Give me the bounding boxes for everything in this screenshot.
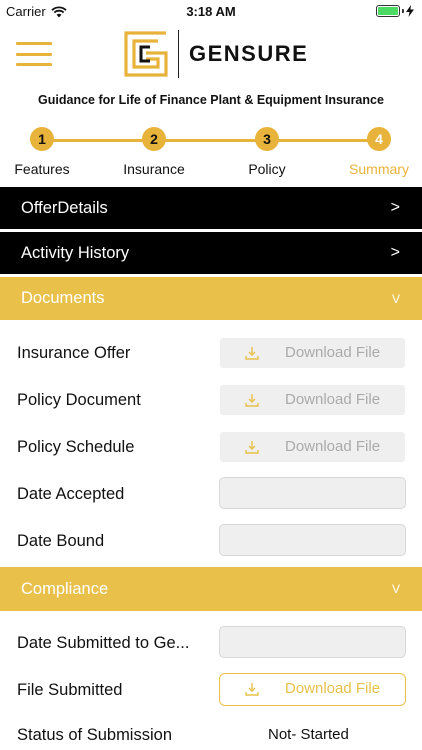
download-insurance-offer-button[interactable]: Download File xyxy=(220,338,405,368)
button-label: Download File xyxy=(285,438,381,455)
chevron-down-icon: V xyxy=(391,582,400,596)
section-compliance[interactable]: Compliance V xyxy=(0,567,422,611)
step-number: 2 xyxy=(142,127,166,151)
date-bound-field[interactable] xyxy=(219,524,406,556)
battery-icon xyxy=(376,5,414,17)
row-date-submitted: Date Submitted to Ge... xyxy=(0,626,422,666)
field-label: Date Accepted xyxy=(17,485,125,503)
date-submitted-field[interactable] xyxy=(219,626,406,658)
step-features[interactable]: 1 Features xyxy=(0,127,87,177)
button-label: Download File xyxy=(285,391,381,408)
download-file-submitted-button[interactable]: Download File xyxy=(219,673,406,706)
step-summary[interactable]: 4 Summary xyxy=(334,127,422,177)
row-policy-document: Policy Document Download File xyxy=(0,381,422,421)
field-label: Policy Schedule xyxy=(17,438,135,456)
step-label: Summary xyxy=(349,161,409,177)
page-subtitle: Guidance for Life of Finance Plant & Equ… xyxy=(38,93,384,107)
field-label: File Submitted xyxy=(17,681,123,699)
row-policy-schedule: Policy Schedule Download File xyxy=(0,428,422,468)
section-offer-details[interactable]: OfferDetails > xyxy=(0,187,422,229)
step-number: 4 xyxy=(367,127,391,151)
status-value: Not- Started xyxy=(268,726,349,743)
step-label: Insurance xyxy=(123,161,185,177)
step-label: Policy xyxy=(248,161,286,177)
clock: 3:18 AM xyxy=(186,4,236,19)
field-label: Status of Submission xyxy=(17,726,172,744)
row-file-submitted: File Submitted Download File xyxy=(0,671,422,711)
chevron-right-icon: > xyxy=(390,199,400,216)
row-insurance-offer: Insurance Offer Download File xyxy=(0,334,422,374)
download-icon xyxy=(245,683,259,696)
download-policy-document-button[interactable]: Download File xyxy=(220,385,405,415)
gensure-logo: GENSURE xyxy=(124,30,308,78)
step-number: 3 xyxy=(255,127,279,151)
row-date-accepted: Date Accepted xyxy=(0,477,422,517)
section-documents[interactable]: Documents V xyxy=(0,277,422,320)
step-policy[interactable]: 3 Policy xyxy=(222,127,312,177)
progress-stepper: 1 Features 2 Insurance 3 Policy 4 Summar… xyxy=(0,127,422,181)
section-title: OfferDetails xyxy=(21,198,108,217)
charging-bolt-icon xyxy=(406,5,414,17)
button-label: Download File xyxy=(285,344,381,361)
stepper-track xyxy=(42,139,380,142)
step-insurance[interactable]: 2 Insurance xyxy=(109,127,199,177)
row-status-of-submission: Status of Submission Not- Started xyxy=(0,718,422,750)
menu-icon[interactable] xyxy=(16,42,52,66)
field-label: Date Submitted to Ge... xyxy=(17,634,190,652)
download-icon xyxy=(245,441,259,454)
step-number: 1 xyxy=(30,127,54,151)
row-date-bound: Date Bound xyxy=(0,524,422,564)
section-title: Documents xyxy=(21,289,105,307)
status-bar: Carrier 3:18 AM xyxy=(0,0,422,22)
brand-name: GENSURE xyxy=(189,41,309,66)
app-header: GENSURE xyxy=(0,22,422,88)
field-label: Insurance Offer xyxy=(17,344,131,362)
field-label: Date Bound xyxy=(17,532,105,550)
gensure-logo-mark-icon xyxy=(124,31,168,77)
download-policy-schedule-button[interactable]: Download File xyxy=(220,432,405,462)
section-title: Compliance xyxy=(21,579,109,598)
step-label: Features xyxy=(14,161,70,177)
section-title: Activity History xyxy=(21,243,130,262)
download-icon xyxy=(245,347,259,360)
download-icon xyxy=(245,394,259,407)
field-label: Policy Document xyxy=(17,391,141,409)
chevron-down-icon: V xyxy=(391,291,400,306)
button-label: Download File xyxy=(285,680,381,697)
date-accepted-field[interactable] xyxy=(219,477,406,509)
chevron-right-icon: > xyxy=(390,244,400,261)
section-activity-history[interactable]: Activity History > xyxy=(0,232,422,274)
